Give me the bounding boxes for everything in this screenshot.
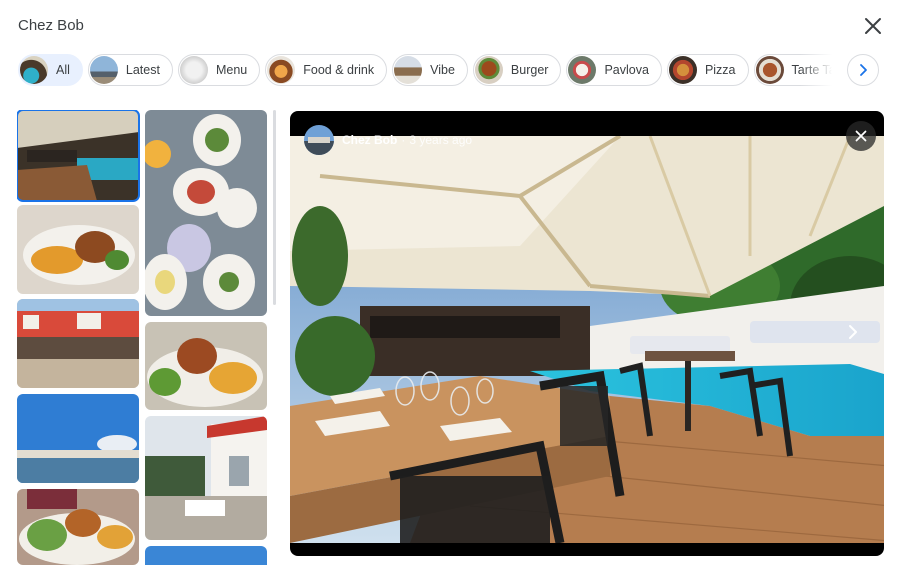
author-avatar (304, 125, 334, 155)
next-photo-button[interactable] (840, 319, 866, 345)
photo-thumbnail-burger-fries[interactable] (17, 205, 139, 294)
chip-label: Pizza (704, 63, 736, 77)
chevron-right-icon (849, 325, 857, 339)
photo-thumbnail-seaside[interactable] (17, 394, 139, 483)
photo-author[interactable]: Chez Bob · 3 years ago (304, 125, 472, 155)
author-name[interactable]: Chez Bob (342, 133, 397, 147)
chip-vibe[interactable]: Vibe (392, 54, 468, 86)
chip-latest[interactable]: Latest (87, 54, 173, 86)
chip-label: Menu (215, 63, 248, 77)
page-title: Chez Bob (18, 17, 84, 34)
seaside-thumbnail-image (17, 394, 139, 483)
viewer-close-button[interactable] (846, 121, 876, 151)
chip-pavlova[interactable]: Pavlova (566, 54, 662, 86)
chip-label: Latest (125, 63, 160, 77)
terrace-pool-photo (290, 136, 884, 543)
burger-salad-thumbnail-image (17, 489, 139, 565)
chip-thumbnail (394, 56, 423, 84)
chip-food-drink[interactable]: Food & drink (265, 54, 388, 86)
sky-thumbnail-image (145, 546, 267, 565)
photo-thumbnail-street-house[interactable] (145, 416, 267, 540)
close-icon (855, 130, 867, 142)
chip-thumbnail (668, 56, 697, 84)
grid-scrollbar[interactable] (273, 110, 276, 305)
photo-thumbnail-burger-plate[interactable] (145, 322, 267, 410)
terrace-thumbnail-image (17, 110, 139, 201)
chip-all[interactable]: All (18, 54, 83, 86)
chip-label: Burger (510, 63, 549, 77)
burger-thumbnail-image (17, 205, 139, 294)
chip-label: All (56, 63, 70, 77)
photo-grid (17, 110, 269, 565)
chevron-right-icon (860, 64, 867, 76)
chip-thumbnail (568, 56, 597, 84)
chip-thumbnail (267, 56, 296, 84)
plates-thumbnail-image (145, 110, 267, 316)
chip-thumbnail (20, 56, 48, 84)
close-icon[interactable] (862, 15, 884, 37)
meta-separator: · (401, 133, 406, 147)
street-house-thumbnail-image (145, 416, 267, 540)
chips-next-button[interactable] (847, 54, 879, 86)
chip-pizza[interactable]: Pizza (666, 54, 749, 86)
photo-category-chips: All Latest Menu Food & drink Vibe Burger… (18, 54, 838, 86)
beach-front-thumbnail-image (17, 299, 139, 388)
chip-thumbnail (755, 56, 784, 84)
photo-thumbnail-terrace[interactable] (17, 110, 140, 202)
photo-thumbnail-plates-table[interactable] (145, 110, 267, 316)
chip-thumbnail (179, 56, 208, 84)
photo-thumbnail-beach-front[interactable] (17, 299, 139, 388)
chip-label: Pavlova (604, 63, 649, 77)
burger-plate-thumbnail-image (145, 322, 267, 410)
photo-thumbnail-sky[interactable] (145, 546, 267, 565)
photo-thumbnail-burger-salad[interactable] (17, 489, 139, 565)
chip-label: Vibe (430, 63, 455, 77)
chip-thumbnail (474, 56, 503, 84)
avatar-image (304, 125, 334, 155)
chip-label: Food & drink (303, 63, 375, 77)
photo-viewer: Chez Bob · 3 years ago (290, 111, 884, 556)
photo-age: 3 years ago (409, 133, 473, 147)
chip-menu[interactable]: Menu (177, 54, 261, 86)
chip-burger[interactable]: Burger (472, 54, 562, 86)
chip-thumbnail (89, 56, 118, 84)
chips-fade (800, 54, 840, 86)
